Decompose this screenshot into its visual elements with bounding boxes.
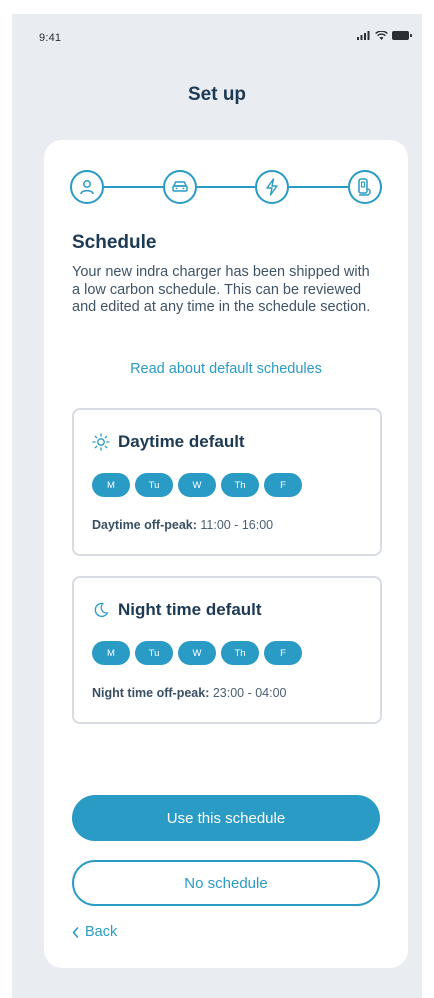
schedule-title-row: Daytime default (92, 432, 245, 452)
daytime-schedule-card[interactable]: Daytime default M Tu W Th F Daytime off-… (72, 408, 382, 556)
sun-icon (92, 433, 110, 451)
schedule-title: Daytime default (118, 432, 245, 451)
status-time: 9:41 (39, 32, 62, 44)
day-pill: Th (221, 473, 259, 497)
day-pill: M (92, 473, 130, 497)
battery-icon (392, 31, 412, 40)
offpeak-value: 11:00 - 16:00 (200, 518, 274, 532)
status-bar: 9:41 (12, 14, 422, 58)
car-icon (172, 181, 188, 192)
step-tariff (255, 170, 289, 204)
page-title: Set up (187, 84, 247, 105)
night-schedule-card[interactable]: Night time default M Tu W Th F Night tim… (72, 576, 382, 724)
offpeak-label: Daytime off-peak: (92, 518, 197, 532)
no-schedule-button[interactable]: No schedule (72, 860, 380, 906)
step-charger (348, 170, 382, 204)
day-pill: Tu (135, 473, 173, 497)
schedule-title: Night time default (118, 600, 262, 619)
wifi-icon (375, 31, 388, 40)
section-heading: Schedule (72, 232, 157, 253)
charger-icon (358, 178, 371, 196)
day-pill: F (264, 641, 302, 665)
day-pill: Tu (135, 641, 173, 665)
offpeak-row: Night time off-peak: 23:00 - 04:00 (92, 686, 287, 700)
signal-icon (357, 31, 370, 40)
step-profile (70, 170, 104, 204)
default-schedules-link[interactable]: Read about default schedules (44, 361, 408, 377)
schedule-title-row: Night time default (92, 600, 262, 620)
person-icon (80, 180, 94, 195)
setup-card: Schedule Your new indra charger has been… (44, 140, 408, 968)
day-pills: M Tu W Th F (92, 473, 302, 497)
step-connector (197, 186, 255, 188)
moon-icon (94, 602, 109, 617)
day-pill: W (178, 641, 216, 665)
day-pill: W (178, 473, 216, 497)
use-schedule-button[interactable]: Use this schedule (72, 795, 380, 841)
step-connector (104, 186, 163, 188)
chevron-left-icon (72, 926, 79, 938)
day-pill: Th (221, 641, 259, 665)
status-icons (357, 31, 412, 40)
offpeak-row: Daytime off-peak: 11:00 - 16:00 (92, 518, 273, 532)
day-pills: M Tu W Th F (92, 641, 302, 665)
day-pill: M (92, 641, 130, 665)
progress-stepper (70, 170, 382, 204)
schedule-description: Your new indra charger has been shipped … (72, 264, 371, 315)
offpeak-label: Night time off-peak: (92, 686, 210, 700)
lightning-icon (266, 178, 278, 196)
app-screen: 9:41 Set up Schedule Your new indra char… (12, 14, 422, 998)
back-button[interactable]: Back (72, 924, 117, 940)
step-connector (289, 186, 348, 188)
offpeak-value: 23:00 - 04:00 (212, 686, 287, 700)
day-pill: F (264, 473, 302, 497)
step-vehicle (163, 170, 197, 204)
back-label: Back (85, 924, 118, 940)
